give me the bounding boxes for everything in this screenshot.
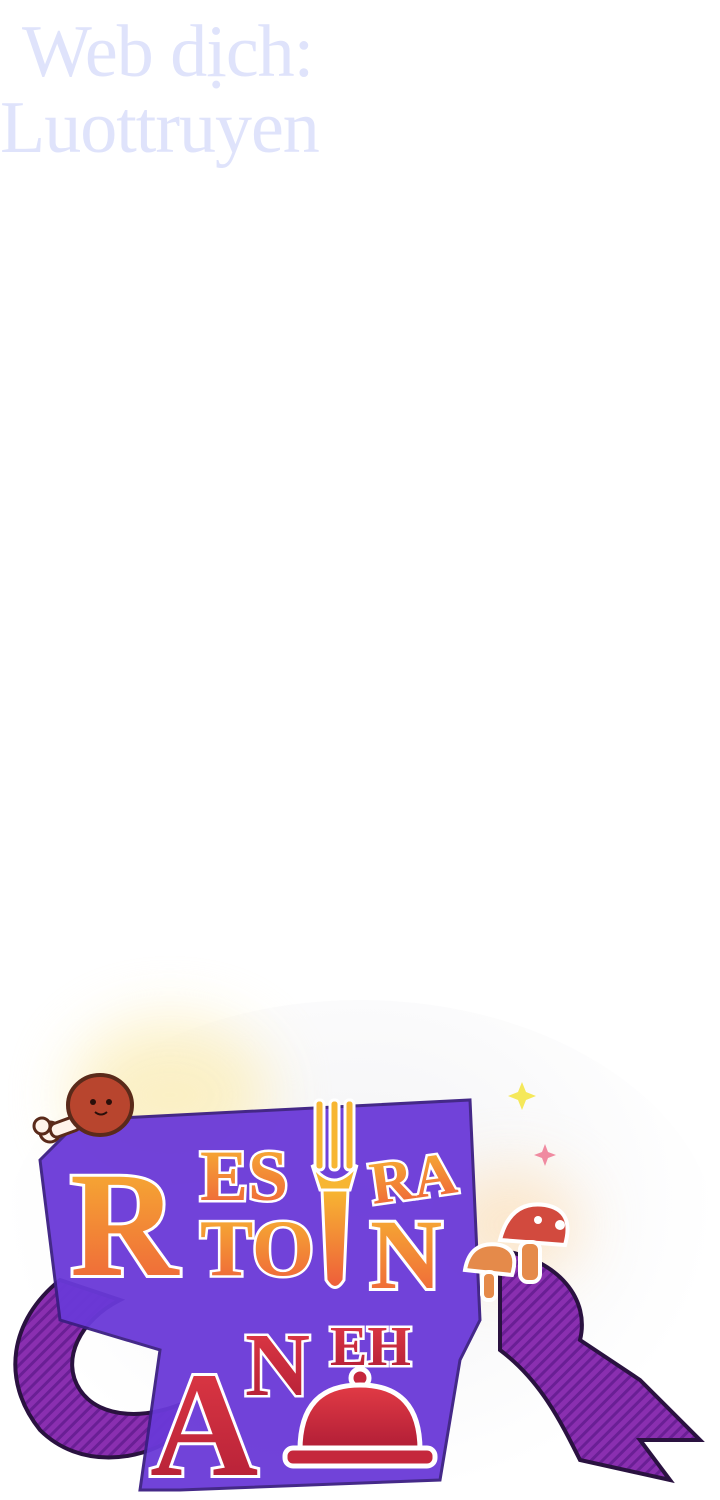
watermark-text: Web dịch: Luottruyen xyxy=(0,14,380,166)
watermark-line-1: Web dịch: xyxy=(22,11,314,93)
watermark-line-2: Luottruyen xyxy=(0,87,320,169)
letter-eh: EH xyxy=(330,1316,411,1378)
letter-a: A xyxy=(150,1342,258,1500)
letter-es: ES xyxy=(200,1136,288,1216)
drumstick-icon xyxy=(32,1073,134,1144)
letter-n2: N xyxy=(245,1316,310,1415)
letter-r: R xyxy=(70,1142,180,1308)
title-logo: R ES RA TO N A N EH xyxy=(13,1073,705,1500)
letter-n: N xyxy=(370,1199,442,1310)
sparkle-icon xyxy=(508,1082,556,1166)
letter-to: TO xyxy=(200,1205,314,1293)
